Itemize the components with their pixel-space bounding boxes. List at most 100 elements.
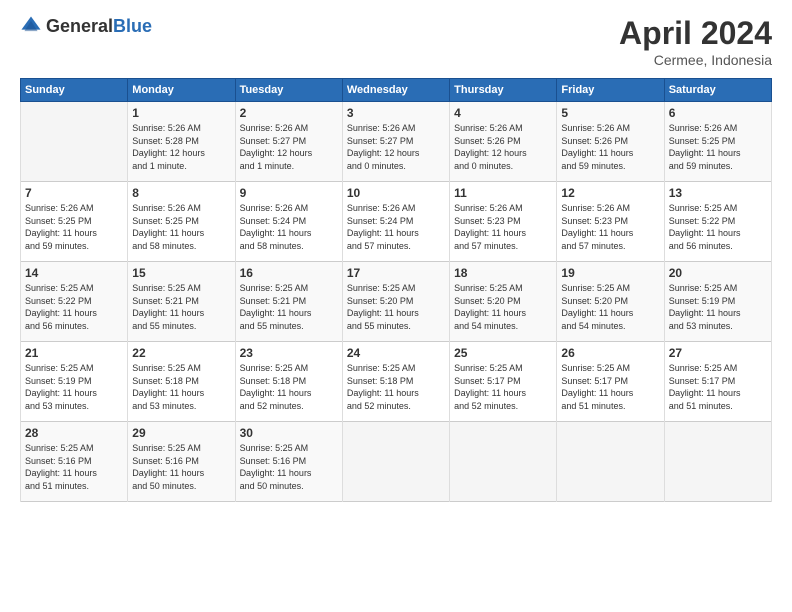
weekday-header: Thursday <box>450 79 557 102</box>
calendar-day-cell: 4 Sunrise: 5:26 AM Sunset: 5:26 PM Daylig… <box>450 102 557 182</box>
day-number: 15 <box>132 266 230 280</box>
calendar-day-cell: 9 Sunrise: 5:26 AM Sunset: 5:24 PM Daylig… <box>235 182 342 262</box>
day-number: 23 <box>240 346 338 360</box>
day-number: 4 <box>454 106 552 120</box>
calendar-day-cell: 27 Sunrise: 5:25 AM Sunset: 5:17 PM Dayli… <box>664 342 771 422</box>
calendar-day-cell: 29 Sunrise: 5:25 AM Sunset: 5:16 PM Dayli… <box>128 422 235 502</box>
weekday-header: Wednesday <box>342 79 449 102</box>
calendar-day-cell: 30 Sunrise: 5:25 AM Sunset: 5:16 PM Dayli… <box>235 422 342 502</box>
day-number: 13 <box>669 186 767 200</box>
calendar-day-cell: 15 Sunrise: 5:25 AM Sunset: 5:21 PM Dayli… <box>128 262 235 342</box>
calendar-day-cell: 26 Sunrise: 5:25 AM Sunset: 5:17 PM Dayli… <box>557 342 664 422</box>
calendar-day-cell: 5Sunrise: 5:26 AM Sunset: 5:26 PM Daylig… <box>557 102 664 182</box>
calendar-day-cell: 22Sunrise: 5:25 AM Sunset: 5:18 PM Dayli… <box>128 342 235 422</box>
day-number: 27 <box>669 346 767 360</box>
calendar-day-cell: 2 Sunrise: 5:26 AM Sunset: 5:27 PM Daylig… <box>235 102 342 182</box>
day-info: Sunrise: 5:25 AM Sunset: 5:16 PM Dayligh… <box>240 442 338 492</box>
title-block: April 2024 Cermee, Indonesia <box>619 15 772 68</box>
logo-text: GeneralBlue <box>46 16 152 37</box>
logo-icon <box>20 15 42 37</box>
day-info: Sunrise: 5:25 AM Sunset: 5:19 PM Dayligh… <box>25 362 123 412</box>
day-info: Sunrise: 5:25 AM Sunset: 5:16 PM Dayligh… <box>132 442 230 492</box>
weekday-header: Friday <box>557 79 664 102</box>
calendar-day-cell: 18 Sunrise: 5:25 AM Sunset: 5:20 PM Dayli… <box>450 262 557 342</box>
day-number: 8 <box>132 186 230 200</box>
day-number: 21 <box>25 346 123 360</box>
day-info: Sunrise: 5:25 AM Sunset: 5:20 PM Dayligh… <box>454 282 552 332</box>
day-number: 11 <box>454 186 552 200</box>
day-number: 30 <box>240 426 338 440</box>
day-info: Sunrise: 5:26 AM Sunset: 5:24 PM Dayligh… <box>240 202 338 252</box>
weekday-header: Saturday <box>664 79 771 102</box>
calendar-day-cell: 10 Sunrise: 5:26 AM Sunset: 5:24 PM Dayli… <box>342 182 449 262</box>
day-info: Sunrise: 5:26 AM Sunset: 5:27 PM Dayligh… <box>240 122 338 172</box>
day-info: Sunrise: 5:26 AM Sunset: 5:27 PM Dayligh… <box>347 122 445 172</box>
weekday-header: Tuesday <box>235 79 342 102</box>
day-info: Sunrise: 5:25 AM Sunset: 5:18 PM Dayligh… <box>240 362 338 412</box>
calendar-day-cell: 11Sunrise: 5:26 AM Sunset: 5:23 PM Dayli… <box>450 182 557 262</box>
logo: GeneralBlue <box>20 15 152 37</box>
day-number: 9 <box>240 186 338 200</box>
calendar-day-cell: 8 Sunrise: 5:26 AM Sunset: 5:25 PM Daylig… <box>128 182 235 262</box>
calendar-day-cell: 17Sunrise: 5:25 AM Sunset: 5:20 PM Dayli… <box>342 262 449 342</box>
day-number: 16 <box>240 266 338 280</box>
month-year: April 2024 <box>619 15 772 52</box>
calendar-table: SundayMondayTuesdayWednesdayThursdayFrid… <box>20 78 772 502</box>
calendar-header-row: SundayMondayTuesdayWednesdayThursdayFrid… <box>21 79 772 102</box>
day-info: Sunrise: 5:25 AM Sunset: 5:20 PM Dayligh… <box>561 282 659 332</box>
day-number: 29 <box>132 426 230 440</box>
calendar-day-cell: 6 Sunrise: 5:26 AM Sunset: 5:25 PM Daylig… <box>664 102 771 182</box>
day-info: Sunrise: 5:25 AM Sunset: 5:22 PM Dayligh… <box>25 282 123 332</box>
day-info: Sunrise: 5:25 AM Sunset: 5:21 PM Dayligh… <box>132 282 230 332</box>
day-info: Sunrise: 5:26 AM Sunset: 5:24 PM Dayligh… <box>347 202 445 252</box>
calendar-day-cell <box>450 422 557 502</box>
day-info: Sunrise: 5:25 AM Sunset: 5:20 PM Dayligh… <box>347 282 445 332</box>
day-info: Sunrise: 5:26 AM Sunset: 5:25 PM Dayligh… <box>669 122 767 172</box>
weekday-header: Sunday <box>21 79 128 102</box>
day-info: Sunrise: 5:25 AM Sunset: 5:22 PM Dayligh… <box>669 202 767 252</box>
day-info: Sunrise: 5:25 AM Sunset: 5:17 PM Dayligh… <box>561 362 659 412</box>
calendar-day-cell <box>342 422 449 502</box>
calendar-day-cell: 19Sunrise: 5:25 AM Sunset: 5:20 PM Dayli… <box>557 262 664 342</box>
day-info: Sunrise: 5:26 AM Sunset: 5:23 PM Dayligh… <box>561 202 659 252</box>
day-number: 18 <box>454 266 552 280</box>
weekday-header: Monday <box>128 79 235 102</box>
calendar-day-cell: 14 Sunrise: 5:25 AM Sunset: 5:22 PM Dayli… <box>21 262 128 342</box>
calendar-day-cell <box>21 102 128 182</box>
location: Cermee, Indonesia <box>619 52 772 68</box>
day-number: 7 <box>25 186 123 200</box>
day-info: Sunrise: 5:26 AM Sunset: 5:25 PM Dayligh… <box>25 202 123 252</box>
day-info: Sunrise: 5:25 AM Sunset: 5:16 PM Dayligh… <box>25 442 123 492</box>
calendar-week-row: 7 Sunrise: 5:26 AM Sunset: 5:25 PM Daylig… <box>21 182 772 262</box>
calendar-day-cell: 16Sunrise: 5:25 AM Sunset: 5:21 PM Dayli… <box>235 262 342 342</box>
day-info: Sunrise: 5:26 AM Sunset: 5:26 PM Dayligh… <box>561 122 659 172</box>
calendar-day-cell: 3 Sunrise: 5:26 AM Sunset: 5:27 PM Daylig… <box>342 102 449 182</box>
day-number: 22 <box>132 346 230 360</box>
calendar-week-row: 28 Sunrise: 5:25 AM Sunset: 5:16 PM Dayli… <box>21 422 772 502</box>
day-info: Sunrise: 5:25 AM Sunset: 5:19 PM Dayligh… <box>669 282 767 332</box>
day-info: Sunrise: 5:26 AM Sunset: 5:25 PM Dayligh… <box>132 202 230 252</box>
calendar-day-cell: 1Sunrise: 5:26 AM Sunset: 5:28 PM Daylig… <box>128 102 235 182</box>
calendar-day-cell <box>557 422 664 502</box>
day-number: 3 <box>347 106 445 120</box>
day-info: Sunrise: 5:25 AM Sunset: 5:18 PM Dayligh… <box>347 362 445 412</box>
calendar-day-cell: 28 Sunrise: 5:25 AM Sunset: 5:16 PM Dayli… <box>21 422 128 502</box>
day-number: 14 <box>25 266 123 280</box>
day-info: Sunrise: 5:25 AM Sunset: 5:17 PM Dayligh… <box>669 362 767 412</box>
calendar-day-cell: 20Sunrise: 5:25 AM Sunset: 5:19 PM Dayli… <box>664 262 771 342</box>
day-number: 2 <box>240 106 338 120</box>
header: GeneralBlue April 2024 Cermee, Indonesia <box>20 15 772 68</box>
day-number: 24 <box>347 346 445 360</box>
day-number: 10 <box>347 186 445 200</box>
calendar-day-cell: 25 Sunrise: 5:25 AM Sunset: 5:17 PM Dayli… <box>450 342 557 422</box>
day-number: 26 <box>561 346 659 360</box>
calendar-week-row: 21 Sunrise: 5:25 AM Sunset: 5:19 PM Dayli… <box>21 342 772 422</box>
day-number: 25 <box>454 346 552 360</box>
day-number: 6 <box>669 106 767 120</box>
calendar-day-cell: 12Sunrise: 5:26 AM Sunset: 5:23 PM Dayli… <box>557 182 664 262</box>
day-number: 28 <box>25 426 123 440</box>
calendar-day-cell: 23 Sunrise: 5:25 AM Sunset: 5:18 PM Dayli… <box>235 342 342 422</box>
day-info: Sunrise: 5:25 AM Sunset: 5:17 PM Dayligh… <box>454 362 552 412</box>
day-info: Sunrise: 5:26 AM Sunset: 5:26 PM Dayligh… <box>454 122 552 172</box>
calendar-day-cell: 7 Sunrise: 5:26 AM Sunset: 5:25 PM Daylig… <box>21 182 128 262</box>
